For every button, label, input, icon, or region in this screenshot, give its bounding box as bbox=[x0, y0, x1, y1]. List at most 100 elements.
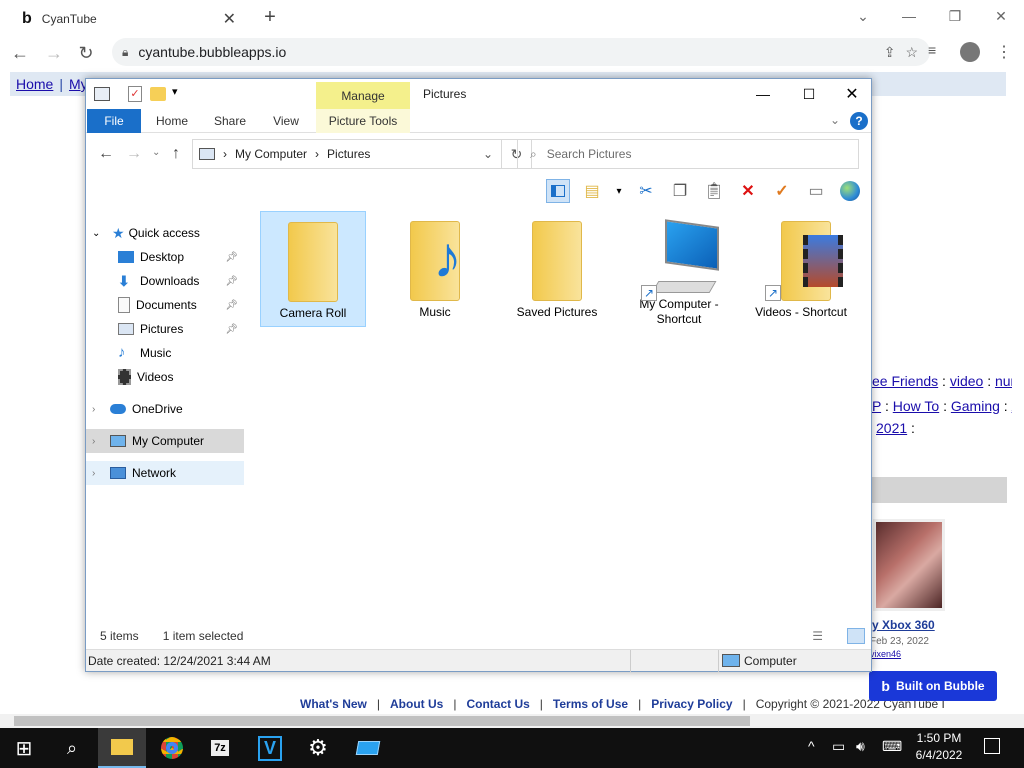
footer-terms[interactable]: Terms of Use bbox=[553, 697, 628, 715]
file-tile-my-computer-shortcut[interactable]: ↗ My Computer - Shortcut bbox=[626, 211, 732, 327]
address-bar[interactable]: 🔒︎ cyantube.bubbleapps.io ⇪ ☆ bbox=[112, 38, 930, 66]
link-video[interactable]: video bbox=[950, 373, 983, 389]
search-input[interactable]: ⌕ Search Pictures bbox=[517, 139, 859, 169]
explorer-minimize-button[interactable]: — bbox=[740, 81, 786, 107]
nav-music[interactable]: ♪ Music bbox=[86, 341, 244, 365]
cut-icon[interactable]: ✂ bbox=[634, 179, 658, 203]
link-free-friends[interactable]: ee Friends bbox=[872, 373, 938, 389]
window-system-icon[interactable] bbox=[94, 87, 110, 101]
link-how-to[interactable]: How To bbox=[893, 398, 939, 414]
share-icon[interactable]: ⇪ bbox=[884, 44, 896, 61]
tab-close-icon[interactable]: ✕ bbox=[223, 9, 236, 29]
pin-icon[interactable]: 📌︎ bbox=[225, 300, 238, 311]
expand-chevron-icon[interactable]: › bbox=[92, 468, 110, 479]
breadcrumb-my-computer[interactable]: My Computer bbox=[235, 147, 307, 161]
nav-pictures[interactable]: Pictures 📌︎ bbox=[86, 317, 244, 341]
checkmark-icon[interactable]: ✓ bbox=[770, 179, 794, 203]
details-view-icon[interactable]: ☰ bbox=[812, 629, 823, 643]
video-title[interactable]: y Xbox 360 bbox=[872, 618, 935, 632]
breadcrumb[interactable]: › My Computer › Pictures ⌄ bbox=[192, 139, 502, 169]
layout-dropdown-icon[interactable]: ▾ bbox=[614, 179, 624, 203]
settings-gear-icon[interactable]: ⚙ bbox=[294, 728, 342, 768]
v-app-taskbar-icon[interactable]: V bbox=[246, 728, 294, 768]
footer-whats-new[interactable]: What's New bbox=[300, 697, 367, 715]
back-icon[interactable]: ← bbox=[8, 41, 32, 65]
built-on-bubble-button[interactable]: b Built on Bubble bbox=[869, 671, 997, 701]
forward-icon[interactable]: → bbox=[42, 41, 66, 65]
tab-picture-tools[interactable]: Picture Tools bbox=[316, 109, 410, 133]
breadcrumb-dropdown-icon[interactable]: ⌄ bbox=[483, 147, 493, 161]
help-icon[interactable]: ? bbox=[850, 112, 868, 130]
file-tile-saved-pictures[interactable]: Saved Pictures bbox=[504, 211, 610, 327]
nav-documents[interactable]: Documents 📌︎ bbox=[86, 293, 244, 317]
video-thumbnail[interactable] bbox=[873, 519, 945, 611]
file-tile-videos-shortcut[interactable]: ↗ Videos - Shortcut bbox=[748, 211, 854, 327]
globe-icon[interactable] bbox=[838, 179, 862, 203]
volume-icon[interactable]: 🔊︎ bbox=[856, 738, 865, 755]
ribbon-expand-icon[interactable]: ⌄ bbox=[830, 113, 840, 127]
remote-desktop-taskbar-icon[interactable] bbox=[344, 728, 392, 768]
footer-privacy[interactable]: Privacy Policy bbox=[651, 697, 732, 715]
network-tray-icon[interactable]: ▭ bbox=[832, 738, 845, 755]
expand-chevron-icon[interactable]: › bbox=[92, 436, 110, 447]
new-tab-button[interactable]: + bbox=[258, 6, 282, 28]
tab-search-icon[interactable]: ⌄ bbox=[840, 0, 886, 32]
nav-network[interactable]: › Network bbox=[86, 461, 244, 485]
layout-folder-icon[interactable]: ▤ bbox=[580, 179, 604, 203]
explorer-back-icon[interactable]: ← bbox=[98, 145, 114, 163]
nav-onedrive[interactable]: › OneDrive bbox=[86, 397, 244, 421]
nav-link-home[interactable]: Home bbox=[10, 76, 59, 92]
chrome-taskbar-icon[interactable] bbox=[148, 728, 196, 768]
large-icons-view-icon[interactable] bbox=[847, 628, 865, 644]
copy-icon[interactable]: ❐ bbox=[668, 179, 692, 203]
recent-locations-icon[interactable]: ⌄ bbox=[152, 147, 160, 158]
video-user[interactable]: vixen46 bbox=[870, 649, 901, 659]
link-num[interactable]: num bbox=[995, 373, 1012, 389]
rename-icon[interactable]: ▭ bbox=[804, 179, 828, 203]
expand-chevron-icon[interactable]: › bbox=[92, 404, 110, 415]
browser-tab[interactable]: b CyanTube ✕ bbox=[8, 4, 246, 34]
reading-list-icon[interactable]: ≡ bbox=[928, 42, 936, 58]
file-explorer-taskbar-icon[interactable] bbox=[98, 728, 146, 768]
tab-home[interactable]: Home bbox=[148, 109, 196, 133]
scrollbar-thumb[interactable] bbox=[14, 716, 750, 726]
tab-share[interactable]: Share bbox=[206, 109, 254, 133]
close-browser-button[interactable]: ✕ bbox=[978, 0, 1024, 32]
nav-desktop[interactable]: Desktop 📌︎ bbox=[86, 245, 244, 269]
up-icon[interactable]: ↑ bbox=[172, 145, 180, 163]
link-gaming[interactable]: Gaming bbox=[951, 398, 1000, 414]
7zip-taskbar-icon[interactable]: 7z bbox=[196, 728, 244, 768]
reload-icon[interactable]: ↻ bbox=[74, 41, 98, 65]
tray-chevron-icon[interactable]: ^ bbox=[808, 738, 815, 754]
new-folder-quick-icon[interactable] bbox=[150, 87, 166, 101]
taskbar-clock[interactable]: 1:50 PM 6/4/2022 bbox=[900, 730, 978, 766]
menu-kebab-icon[interactable]: ⋮ bbox=[996, 42, 1012, 62]
customize-qat-icon[interactable]: ▾ bbox=[172, 85, 178, 98]
manage-contextual-tab[interactable]: Manage bbox=[316, 82, 410, 110]
pin-icon[interactable]: 📌︎ bbox=[225, 276, 238, 287]
nav-videos[interactable]: Videos bbox=[86, 365, 244, 389]
nav-downloads[interactable]: ⬇ Downloads 📌︎ bbox=[86, 269, 244, 293]
footer-about-us[interactable]: About Us bbox=[390, 697, 443, 715]
profile-avatar[interactable] bbox=[960, 42, 980, 62]
nav-quick-access[interactable]: ⌄ ★ Quick access bbox=[86, 221, 244, 245]
tab-file[interactable]: File bbox=[87, 109, 141, 133]
footer-contact-us[interactable]: Contact Us bbox=[466, 697, 529, 715]
notification-icon[interactable] bbox=[984, 738, 1000, 754]
bookmark-star-icon[interactable]: ☆ bbox=[905, 44, 918, 61]
navigation-pane-icon[interactable] bbox=[546, 179, 570, 203]
restore-button[interactable]: ❐ bbox=[932, 0, 978, 32]
pin-icon[interactable]: 📌︎ bbox=[225, 324, 238, 335]
taskbar-search-icon[interactable]: ⌕ bbox=[48, 728, 96, 768]
windows-start-icon[interactable]: ⊞ bbox=[0, 728, 48, 768]
explorer-maximize-button[interactable]: ☐ bbox=[786, 81, 832, 107]
paste-icon[interactable]: 📋︎ bbox=[702, 179, 726, 203]
minimize-button[interactable]: — bbox=[886, 0, 932, 32]
breadcrumb-pictures[interactable]: Pictures bbox=[327, 147, 370, 161]
explorer-close-button[interactable]: ✕ bbox=[832, 81, 872, 107]
link-2021[interactable]: 2021 bbox=[876, 420, 907, 436]
file-tile-camera-roll[interactable]: Camera Roll bbox=[260, 211, 366, 327]
pin-icon[interactable]: 📌︎ bbox=[225, 252, 238, 263]
properties-quick-icon[interactable]: ✓ bbox=[128, 86, 142, 102]
tab-view[interactable]: View bbox=[262, 109, 310, 133]
